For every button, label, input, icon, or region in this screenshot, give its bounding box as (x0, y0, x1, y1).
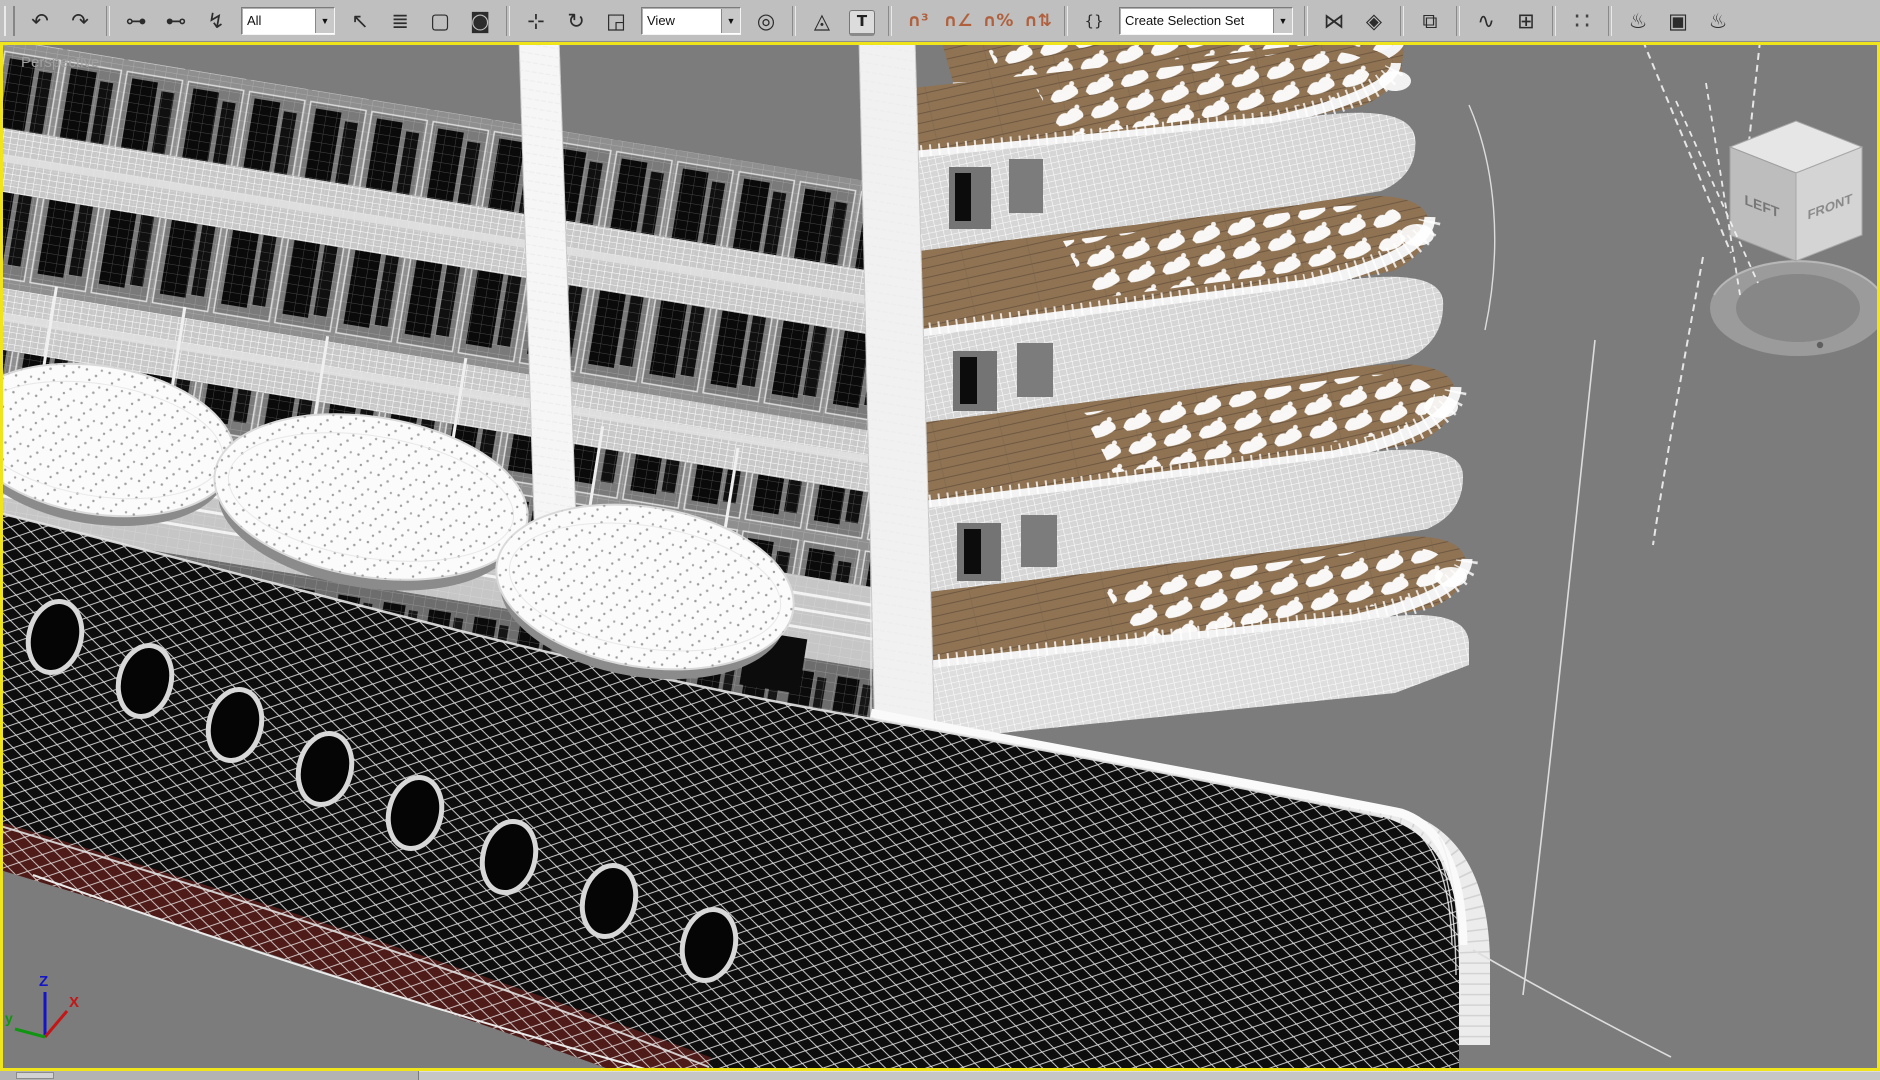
select-and-scale-button[interactable]: ◲ (598, 3, 634, 39)
bind-to-space-warp-button[interactable]: ↯ (198, 3, 234, 39)
selection-filter-dropdown[interactable]: All ▼ (241, 6, 335, 35)
reference-coordinate-system-dropdown[interactable]: View ▼ (641, 6, 741, 35)
select-and-rotate-button[interactable]: ↻ (558, 3, 594, 39)
rectangular-selection-region-button[interactable]: ▢ (422, 3, 458, 39)
select-and-move-button[interactable]: ⊹ (518, 3, 554, 39)
redo-button[interactable]: ↷ (62, 3, 98, 39)
separator (792, 5, 796, 36)
separator (1304, 5, 1308, 36)
separator (506, 5, 510, 36)
edit-named-selection-sets-button[interactable]: {} (1076, 3, 1112, 39)
time-slider-handle[interactable] (16, 1072, 54, 1079)
quick-render-button[interactable]: ♨ (1700, 3, 1736, 39)
mirror-button[interactable]: ⋈ (1316, 3, 1352, 39)
separator (1456, 5, 1460, 36)
viewport-label[interactable]: Perspective (21, 54, 99, 71)
named-selection-sets-value: Create Selection Set (1125, 13, 1245, 28)
material-editor-button[interactable]: ∷ (1564, 3, 1600, 39)
select-by-name-button[interactable]: ≣ (382, 3, 418, 39)
time-slider-strip[interactable] (0, 1071, 1880, 1080)
snap-toggle-3d-button[interactable]: ∩³ (900, 3, 936, 39)
select-and-manipulate-button[interactable]: ◬ (804, 3, 840, 39)
chevron-down-icon[interactable]: ▼ (315, 8, 334, 33)
chevron-down-icon[interactable]: ▼ (1273, 8, 1292, 33)
use-pivot-point-center-button[interactable]: ◎ (748, 3, 784, 39)
layer-manager-button[interactable]: ⧉ (1412, 3, 1448, 39)
toolbar-grip[interactable] (4, 5, 15, 36)
schematic-view-button[interactable]: ⊞ (1508, 3, 1544, 39)
angle-snap-toggle-button[interactable]: ∩∠ (940, 3, 976, 39)
main-toolbar: ↶ ↷ ⊶ ⊷ ↯ All ▼ ↖ ≣ ▢ ◙ ⊹ ↻ ◲ View ▼ ◎ ◬… (0, 0, 1880, 42)
spinner-snap-toggle-button[interactable]: ∩⇅ (1020, 3, 1056, 39)
keyboard-shortcut-override-button[interactable]: T (844, 3, 880, 39)
separator (1608, 5, 1612, 36)
selection-filter-value: All (247, 13, 262, 28)
axis-y-label: y (5, 1010, 13, 1026)
axis-z-label: Z (39, 973, 48, 990)
select-and-link-button[interactable]: ⊶ (118, 3, 154, 39)
curve-editor-button[interactable]: ∿ (1468, 3, 1504, 39)
named-selection-sets-dropdown[interactable]: Create Selection Set ▼ (1119, 6, 1293, 35)
separator (106, 5, 110, 36)
percent-snap-toggle-button[interactable]: ∩% (980, 3, 1016, 39)
render-setup-button[interactable]: ♨ (1620, 3, 1656, 39)
axis-x-label: X (69, 994, 79, 1011)
scene-canvas[interactable]: LEFT FRONT Perspective Z X y (3, 45, 1877, 1068)
separator (1400, 5, 1404, 36)
stern-decks (870, 45, 1478, 745)
time-slider-track[interactable] (419, 1071, 1880, 1080)
window-crossing-toggle-button[interactable]: ◙ (462, 3, 498, 39)
select-object-button[interactable]: ↖ (342, 3, 378, 39)
align-button[interactable]: ◈ (1356, 3, 1392, 39)
separator (1552, 5, 1556, 36)
perspective-viewport[interactable]: LEFT FRONT Perspective Z X y (0, 42, 1880, 1071)
chevron-down-icon[interactable]: ▼ (721, 8, 740, 33)
undo-button[interactable]: ↶ (22, 3, 58, 39)
rendered-frame-window-button[interactable]: ▣ (1660, 3, 1696, 39)
separator (888, 5, 892, 36)
coord-system-value: View (647, 13, 675, 28)
unlink-selection-button[interactable]: ⊷ (158, 3, 194, 39)
separator (1064, 5, 1068, 36)
